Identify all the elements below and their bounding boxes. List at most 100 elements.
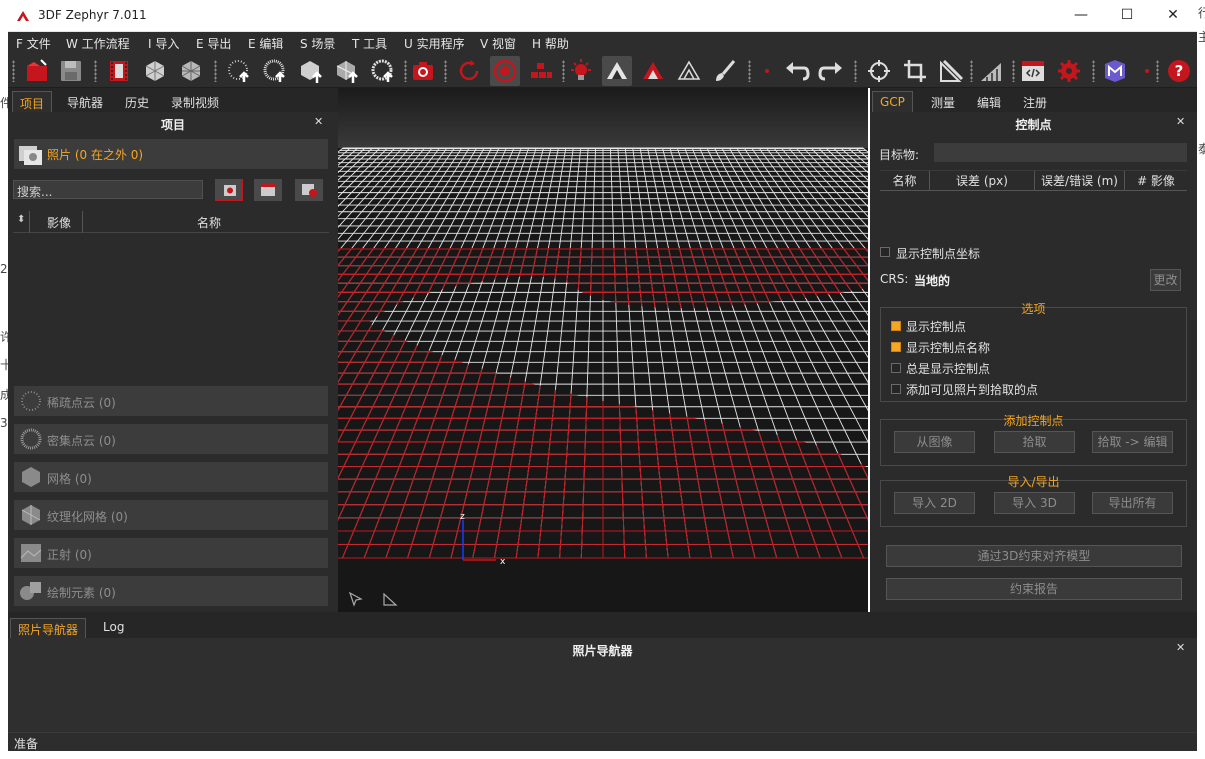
menu-utilities[interactable]: U 实用程序	[404, 35, 465, 52]
dense-cloud-section[interactable]: 密集点云 (0)	[14, 424, 328, 454]
tab-project[interactable]: 项目	[12, 91, 53, 112]
column-image[interactable]: 影像	[47, 214, 71, 231]
measure-icon[interactable]	[936, 56, 966, 86]
camera-icon[interactable]	[408, 56, 438, 86]
menu-help[interactable]: H 帮助	[532, 35, 569, 52]
close-button[interactable]: ✕	[1150, 0, 1196, 32]
tab-edit[interactable]: 编辑	[970, 91, 1008, 112]
triangle-icon[interactable]	[602, 56, 632, 86]
tab-record-video[interactable]: 录制视频	[164, 91, 226, 112]
film-icon[interactable]	[104, 56, 134, 86]
tab-gcp[interactable]: GCP	[872, 91, 913, 112]
close-panel-icon[interactable]: ✕	[1176, 641, 1185, 654]
show-coords-checkbox[interactable]	[880, 247, 890, 257]
toolbar-grip[interactable]	[562, 60, 565, 82]
mesh-section[interactable]: 网格 (0)	[14, 462, 328, 492]
column-image-count[interactable]: # 影像	[1125, 171, 1187, 191]
menu-export[interactable]: E 导出	[196, 35, 231, 52]
dense-cloud-icon[interactable]	[260, 56, 290, 86]
chart-icon[interactable]	[976, 56, 1006, 86]
pick-edit-button[interactable]: 拾取 -> 编辑	[1092, 431, 1173, 453]
drawing-elements-section[interactable]: 绘制元素 (0)	[14, 576, 328, 606]
toolbar-grip[interactable]	[1156, 60, 1159, 82]
triangle-red-icon[interactable]	[638, 56, 668, 86]
record-icon[interactable]	[490, 56, 520, 86]
pointcloud-upload-icon[interactable]	[368, 56, 398, 86]
tab-history[interactable]: 历史	[118, 91, 156, 112]
search-input[interactable]: 搜索...	[13, 180, 203, 199]
crop-icon[interactable]	[900, 56, 930, 86]
option-checkbox[interactable]	[891, 384, 901, 394]
from-image-button[interactable]: 从图像	[894, 431, 975, 453]
settings-icon[interactable]	[1054, 56, 1084, 86]
constraint-report-button[interactable]: 约束报告	[886, 578, 1182, 600]
sparse-cloud-section[interactable]: 稀疏点云 (0)	[14, 386, 328, 416]
import-2d-button[interactable]: 导入 2D	[894, 492, 975, 514]
tab-register[interactable]: 注册	[1016, 91, 1054, 112]
export-all-button[interactable]: 导出所有	[1092, 492, 1173, 514]
textured-mesh-icon[interactable]	[332, 56, 362, 86]
remove-filter-button[interactable]	[295, 179, 323, 201]
grid-icon[interactable]	[526, 56, 556, 86]
toolbar-grip[interactable]	[854, 60, 857, 82]
toolbar-grip[interactable]	[1012, 60, 1015, 82]
menu-view[interactable]: V 视窗	[480, 35, 516, 52]
toolbar-grip[interactable]	[404, 60, 407, 82]
menu-file[interactable]: F 文件	[16, 35, 51, 52]
script-icon[interactable]	[1018, 56, 1048, 86]
change-crs-button[interactable]: 更改	[1150, 269, 1181, 291]
save-icon[interactable]	[56, 56, 86, 86]
menu-edit[interactable]: E 编辑	[248, 35, 283, 52]
toolbar-grip[interactable]	[12, 60, 15, 82]
import-3d-button[interactable]: 导入 3D	[994, 492, 1075, 514]
rotate-icon[interactable]	[454, 56, 484, 86]
textured-mesh-section[interactable]: 纹理化网格 (0)	[14, 500, 328, 530]
orbit-icon[interactable]	[864, 56, 894, 86]
light-icon[interactable]	[566, 56, 596, 86]
menu-import[interactable]: I 导入	[148, 35, 179, 52]
menu-tools[interactable]: T 工具	[352, 35, 387, 52]
minimize-button[interactable]: —	[1058, 0, 1104, 32]
option-checkbox[interactable]	[891, 321, 901, 331]
3d-viewport[interactable]: z x	[338, 88, 868, 612]
tab-photo-navigator[interactable]: 照片导航器	[10, 618, 87, 638]
brush-icon[interactable]	[710, 56, 740, 86]
toolbar-grip[interactable]	[970, 60, 973, 82]
tab-navigator[interactable]: 导航器	[60, 91, 110, 112]
mesh-icon[interactable]	[140, 56, 170, 86]
mesh-upload-icon[interactable]	[296, 56, 326, 86]
calendar-filter-button[interactable]	[254, 179, 282, 201]
option-checkbox[interactable]	[891, 342, 901, 352]
toolbar-grip[interactable]	[1092, 60, 1095, 82]
target-field[interactable]	[934, 143, 1187, 162]
column-error-m[interactable]: 误差/错误 (m)	[1035, 171, 1125, 191]
column-error-px[interactable]: 误差 (px)	[930, 171, 1035, 191]
tab-log[interactable]: Log	[96, 618, 131, 638]
close-panel-icon[interactable]: ✕	[1176, 115, 1185, 128]
column-name[interactable]: 名称	[197, 214, 221, 231]
help-icon[interactable]: ?	[1164, 56, 1194, 86]
option-checkbox[interactable]	[891, 363, 901, 373]
logo-icon[interactable]	[1100, 56, 1130, 86]
align-model-button[interactable]: 通过3D约束对齐模型	[886, 545, 1182, 567]
undo-icon[interactable]	[782, 56, 812, 86]
pick-button[interactable]: 拾取	[994, 431, 1075, 453]
filter-photos-button[interactable]	[215, 179, 243, 201]
new-project-icon[interactable]	[22, 56, 52, 86]
maximize-button[interactable]: ☐	[1104, 0, 1150, 32]
orthophoto-section[interactable]: 正射 (0)	[14, 538, 328, 568]
toolbar-grip[interactable]	[748, 60, 751, 82]
toolbar-grip[interactable]	[94, 60, 97, 82]
toolbar-grip[interactable]	[214, 60, 217, 82]
toolbar-grip[interactable]	[444, 60, 447, 82]
select-cursor-icon[interactable]	[348, 591, 364, 607]
menu-scene[interactable]: S 场景	[300, 35, 335, 52]
redo-icon[interactable]	[816, 56, 846, 86]
close-panel-icon[interactable]: ✕	[314, 115, 323, 128]
menu-workflow[interactable]: W 工作流程	[66, 35, 130, 52]
triangle-ruler-icon[interactable]	[382, 591, 398, 607]
photos-section[interactable]: 照片 (0 在之外 0)	[14, 139, 328, 169]
mesh-icon[interactable]	[176, 56, 206, 86]
column-name[interactable]: 名称	[880, 171, 930, 191]
point-icon[interactable]	[752, 56, 782, 86]
